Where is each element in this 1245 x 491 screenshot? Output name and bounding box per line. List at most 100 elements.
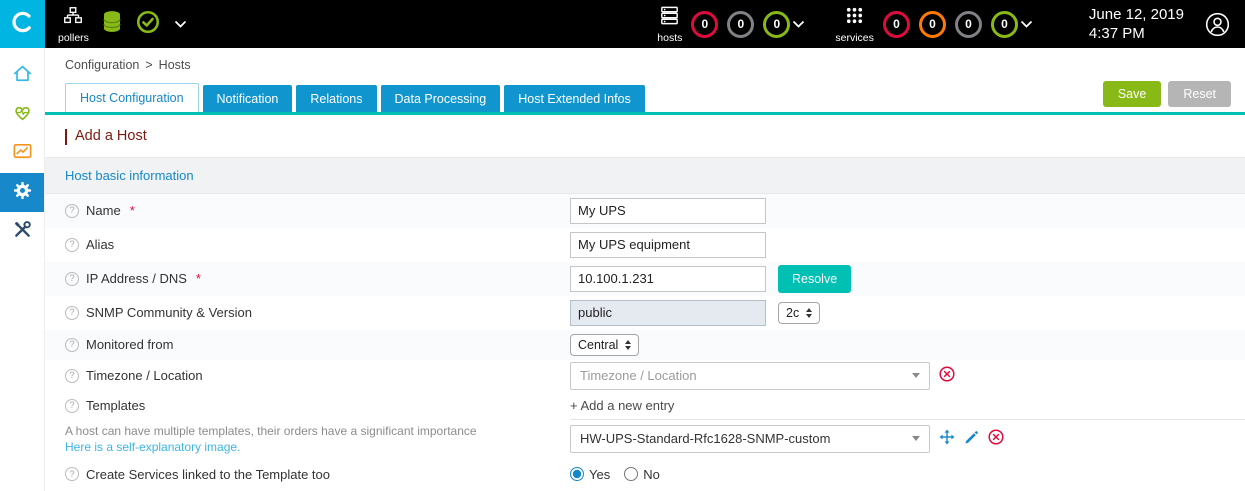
- select-spinner-icon: [806, 308, 812, 318]
- snmp-control-cell: 2c: [570, 300, 1245, 326]
- timezone-select[interactable]: Timezone / Location: [570, 362, 930, 390]
- templates-example-link[interactable]: Here is a self-explanatory image.: [65, 440, 240, 454]
- database-status-icon[interactable]: [100, 9, 124, 40]
- pollers-chevron-down-icon[interactable]: [174, 20, 187, 29]
- gear-icon: [11, 179, 34, 207]
- template-selected-value: HW-UPS-Standard-Rfc1628-SNMP-custom: [580, 431, 904, 446]
- tools-icon: [11, 218, 34, 246]
- template-select[interactable]: HW-UPS-Standard-Rfc1628-SNMP-custom: [570, 425, 930, 453]
- tab-host-configuration[interactable]: Host Configuration: [65, 83, 199, 112]
- ip-input[interactable]: [570, 266, 766, 292]
- sidebar-item-reporting[interactable]: [0, 134, 44, 173]
- timezone-label: Timezone / Location: [86, 368, 203, 383]
- timezone-label-cell: ? Timezone / Location: [65, 368, 570, 383]
- create-services-label: Create Services linked to the Template t…: [86, 467, 330, 482]
- help-icon[interactable]: ?: [65, 369, 79, 383]
- help-icon[interactable]: ?: [65, 306, 79, 320]
- templates-label: Templates: [86, 398, 145, 413]
- hosts-label: hosts: [657, 32, 682, 44]
- yes-label: Yes: [589, 467, 610, 482]
- alias-label: Alias: [86, 237, 114, 252]
- help-icon[interactable]: ?: [65, 272, 79, 286]
- alias-label-cell: ? Alias: [65, 237, 570, 252]
- breadcrumb-configuration[interactable]: Configuration: [65, 58, 139, 72]
- name-input[interactable]: [570, 198, 766, 224]
- create-services-control: Yes No: [570, 467, 1245, 482]
- main-content: Configuration > Hosts Host Configuration N…: [45, 48, 1245, 491]
- monitored-from-label-cell: ? Monitored from: [65, 337, 570, 352]
- services-ok-badge[interactable]: 0: [991, 11, 1018, 38]
- services-critical-badge[interactable]: 0: [883, 11, 910, 38]
- snmp-version-select[interactable]: 2c: [778, 302, 820, 324]
- template-delete-button[interactable]: [988, 429, 1004, 448]
- tab-relations[interactable]: Relations: [296, 85, 376, 112]
- create-services-no-radio[interactable]: [624, 467, 638, 481]
- sidebar-item-monitoring[interactable]: [0, 95, 44, 134]
- circle-x-icon: [988, 429, 1004, 448]
- help-icon[interactable]: ?: [65, 467, 79, 481]
- sidebar-item-home[interactable]: [0, 56, 44, 95]
- pollers-menu[interactable]: pollers: [58, 5, 89, 44]
- help-icon[interactable]: ?: [65, 338, 79, 352]
- snmp-community-input[interactable]: [570, 300, 766, 326]
- alias-input[interactable]: [570, 232, 766, 258]
- tab-host-extended-infos[interactable]: Host Extended Infos: [504, 85, 645, 112]
- section-header-host-basic-information: Host basic information: [45, 157, 1245, 194]
- centreon-logo[interactable]: [0, 0, 45, 48]
- help-icon[interactable]: ?: [65, 204, 79, 218]
- services-warning-badge[interactable]: 0: [919, 11, 946, 38]
- timezone-clear-button[interactable]: [939, 366, 955, 385]
- timezone-placeholder: Timezone / Location: [580, 368, 904, 383]
- user-avatar[interactable]: [1204, 11, 1231, 38]
- sidebar-item-administration[interactable]: [0, 212, 44, 251]
- form-row-alias: ? Alias: [45, 228, 1245, 262]
- create-services-label-cell: ? Create Services linked to the Template…: [65, 467, 570, 482]
- create-services-yes-radio[interactable]: [570, 467, 584, 481]
- create-services-yes-option[interactable]: Yes: [570, 467, 610, 482]
- clock: June 12, 2019 4:37 PM: [1089, 5, 1184, 44]
- breadcrumb-hosts[interactable]: Hosts: [159, 58, 191, 72]
- hosts-unreachable-badge[interactable]: 0: [727, 11, 754, 38]
- alias-control-cell: [570, 232, 1245, 258]
- services-chevron-down-icon[interactable]: [1020, 20, 1033, 29]
- tabs-bar: Host Configuration Notification Relation…: [45, 81, 1245, 115]
- timezone-control-cell: Timezone / Location: [570, 362, 1245, 390]
- form-row-name: ? Name *: [45, 194, 1245, 228]
- hosts-up-badge[interactable]: 0: [763, 11, 790, 38]
- help-icon[interactable]: ?: [65, 399, 79, 413]
- monitored-from-select[interactable]: Central: [570, 334, 639, 356]
- topbar: pollers: [0, 0, 1245, 48]
- resolve-button[interactable]: Resolve: [778, 265, 851, 293]
- templates-head-control: + Add a new entry: [570, 392, 1245, 420]
- tab-notification[interactable]: Notification: [203, 85, 293, 112]
- services-status-group: services 0 0 0 0: [835, 4, 1033, 44]
- poller-ok-icon[interactable]: [135, 9, 161, 40]
- services-menu[interactable]: services: [835, 4, 874, 44]
- page-title: Add a Host: [65, 129, 1245, 145]
- hosts-down-badge[interactable]: 0: [691, 11, 718, 38]
- move-icon: [939, 429, 955, 448]
- template-move-button[interactable]: [939, 429, 955, 448]
- templates-note: A host can have multiple templates, thei…: [65, 424, 477, 438]
- pollers-group: pollers: [58, 5, 187, 44]
- sidebar-item-configuration[interactable]: [0, 173, 44, 212]
- template-edit-button[interactable]: [964, 430, 979, 448]
- save-button[interactable]: Save: [1103, 81, 1162, 107]
- snmp-label: SNMP Community & Version: [86, 305, 252, 320]
- hosts-menu[interactable]: hosts: [657, 4, 682, 44]
- help-icon[interactable]: ?: [65, 238, 79, 252]
- breadcrumb-separator: >: [145, 58, 152, 72]
- create-services-no-option[interactable]: No: [624, 467, 660, 482]
- chart-icon: [11, 140, 34, 168]
- name-control-cell: [570, 198, 1245, 224]
- add-template-entry-link[interactable]: + Add a new entry: [570, 398, 674, 413]
- services-unknown-badge[interactable]: 0: [955, 11, 982, 38]
- tab-data-processing[interactable]: Data Processing: [381, 85, 501, 112]
- reset-button[interactable]: Reset: [1168, 81, 1231, 107]
- select-spinner-icon: [625, 340, 631, 350]
- snmp-version-value: 2c: [786, 306, 799, 320]
- ip-label-cell: ? IP Address / DNS *: [65, 271, 570, 286]
- heartbeat-icon: [11, 101, 34, 129]
- clock-date: June 12, 2019: [1089, 5, 1184, 25]
- hosts-chevron-down-icon[interactable]: [792, 20, 805, 29]
